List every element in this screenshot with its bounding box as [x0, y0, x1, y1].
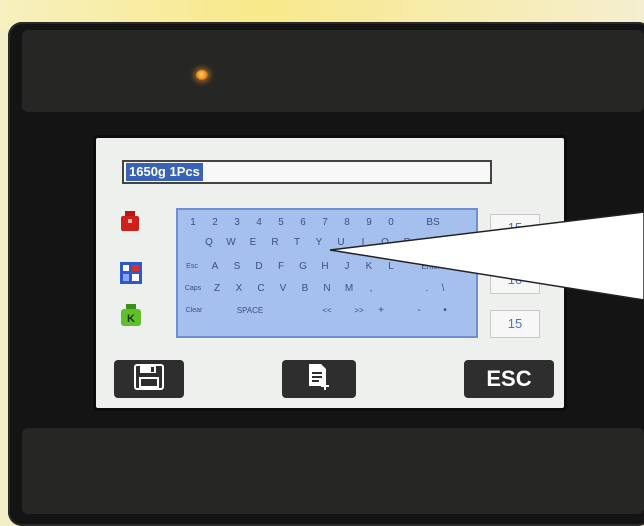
- key-4[interactable]: 4: [250, 214, 268, 232]
- bezel-top: [22, 30, 644, 112]
- count-icon[interactable]: [120, 262, 142, 284]
- save-button[interactable]: [114, 360, 184, 398]
- keyboard-row-3: Esc A S D F G H J K L Enter: [182, 258, 474, 276]
- key-t[interactable]: T: [288, 234, 306, 252]
- key-o[interactable]: O: [376, 234, 394, 252]
- value-box-1[interactable]: 15: [490, 214, 540, 242]
- key-enter[interactable]: Enter: [414, 258, 448, 276]
- key-b[interactable]: B: [296, 280, 314, 298]
- keyboard-row-1: 1 2 3 4 5 6 7 8 9 0 BS: [182, 214, 474, 232]
- key-shift-left[interactable]: <<: [318, 302, 336, 320]
- key-6[interactable]: 6: [294, 214, 312, 232]
- key-9[interactable]: 9: [360, 214, 378, 232]
- key-w[interactable]: W: [222, 234, 240, 252]
- entry-text: 1650g 1Pcs: [126, 163, 203, 181]
- k-weight-icon[interactable]: K: [120, 304, 142, 326]
- key-1[interactable]: 1: [184, 214, 202, 232]
- keyboard-row-4: Caps Z X C V B N M , . \: [182, 280, 474, 298]
- key-7[interactable]: 7: [316, 214, 334, 232]
- key-d[interactable]: D: [250, 258, 268, 276]
- key-5[interactable]: 5: [272, 214, 290, 232]
- key-p[interactable]: P: [398, 234, 416, 252]
- add-document-icon: [306, 363, 332, 396]
- power-led-icon: [196, 70, 208, 80]
- keyboard-row-5: Clear SPACE << >> + - •: [182, 302, 474, 320]
- add-document-button[interactable]: [282, 360, 356, 398]
- key-backslash[interactable]: \: [436, 280, 450, 298]
- entry-field[interactable]: 1650g 1Pcs: [122, 160, 492, 184]
- key-plus[interactable]: +: [374, 302, 388, 320]
- key-z[interactable]: Z: [208, 280, 226, 298]
- key-minus[interactable]: -: [412, 302, 426, 320]
- key-clear[interactable]: Clear: [182, 302, 206, 320]
- key-h[interactable]: H: [316, 258, 334, 276]
- key-shift-right[interactable]: >>: [350, 302, 368, 320]
- key-2[interactable]: 2: [206, 214, 224, 232]
- key-8[interactable]: 8: [338, 214, 356, 232]
- bezel-bottom: [22, 428, 644, 514]
- key-s[interactable]: S: [228, 258, 246, 276]
- value-box-3[interactable]: 15: [490, 310, 540, 338]
- key-0[interactable]: 0: [382, 214, 400, 232]
- key-y[interactable]: Y: [310, 234, 328, 252]
- esc-button[interactable]: ESC: [464, 360, 554, 398]
- key-c[interactable]: C: [252, 280, 270, 298]
- keyboard-row-2: Q W E R T Y U I O P: [182, 234, 474, 252]
- key-e[interactable]: E: [244, 234, 262, 252]
- key-j[interactable]: J: [338, 258, 356, 276]
- key-r[interactable]: R: [266, 234, 284, 252]
- key-n[interactable]: N: [318, 280, 336, 298]
- on-screen-keyboard: 1 2 3 4 5 6 7 8 9 0 BS Q W E R T Y U I O…: [176, 208, 478, 338]
- key-caps[interactable]: Caps: [182, 280, 204, 298]
- key-v[interactable]: V: [274, 280, 292, 298]
- key-dot[interactable]: •: [438, 302, 452, 320]
- weight-icon[interactable]: [119, 210, 141, 232]
- save-icon: [134, 363, 164, 395]
- key-u[interactable]: U: [332, 234, 350, 252]
- key-k[interactable]: K: [360, 258, 378, 276]
- key-i[interactable]: I: [354, 234, 372, 252]
- key-backspace[interactable]: BS: [418, 214, 448, 232]
- key-x[interactable]: X: [230, 280, 248, 298]
- key-q[interactable]: Q: [200, 234, 218, 252]
- key-comma[interactable]: ,: [364, 280, 378, 298]
- key-a[interactable]: A: [206, 258, 224, 276]
- key-f[interactable]: F: [272, 258, 290, 276]
- key-m[interactable]: M: [340, 280, 358, 298]
- svg-text:K: K: [127, 313, 135, 325]
- key-period[interactable]: .: [420, 280, 434, 298]
- touch-screen: 1650g 1Pcs K 1 2 3 4 5 6 7 8 9 0 BS Q W …: [96, 138, 564, 408]
- key-esc[interactable]: Esc: [182, 258, 202, 276]
- key-space[interactable]: SPACE: [222, 302, 278, 320]
- key-g[interactable]: G: [294, 258, 312, 276]
- value-box-2[interactable]: 10: [490, 266, 540, 294]
- key-3[interactable]: 3: [228, 214, 246, 232]
- key-l[interactable]: L: [382, 258, 400, 276]
